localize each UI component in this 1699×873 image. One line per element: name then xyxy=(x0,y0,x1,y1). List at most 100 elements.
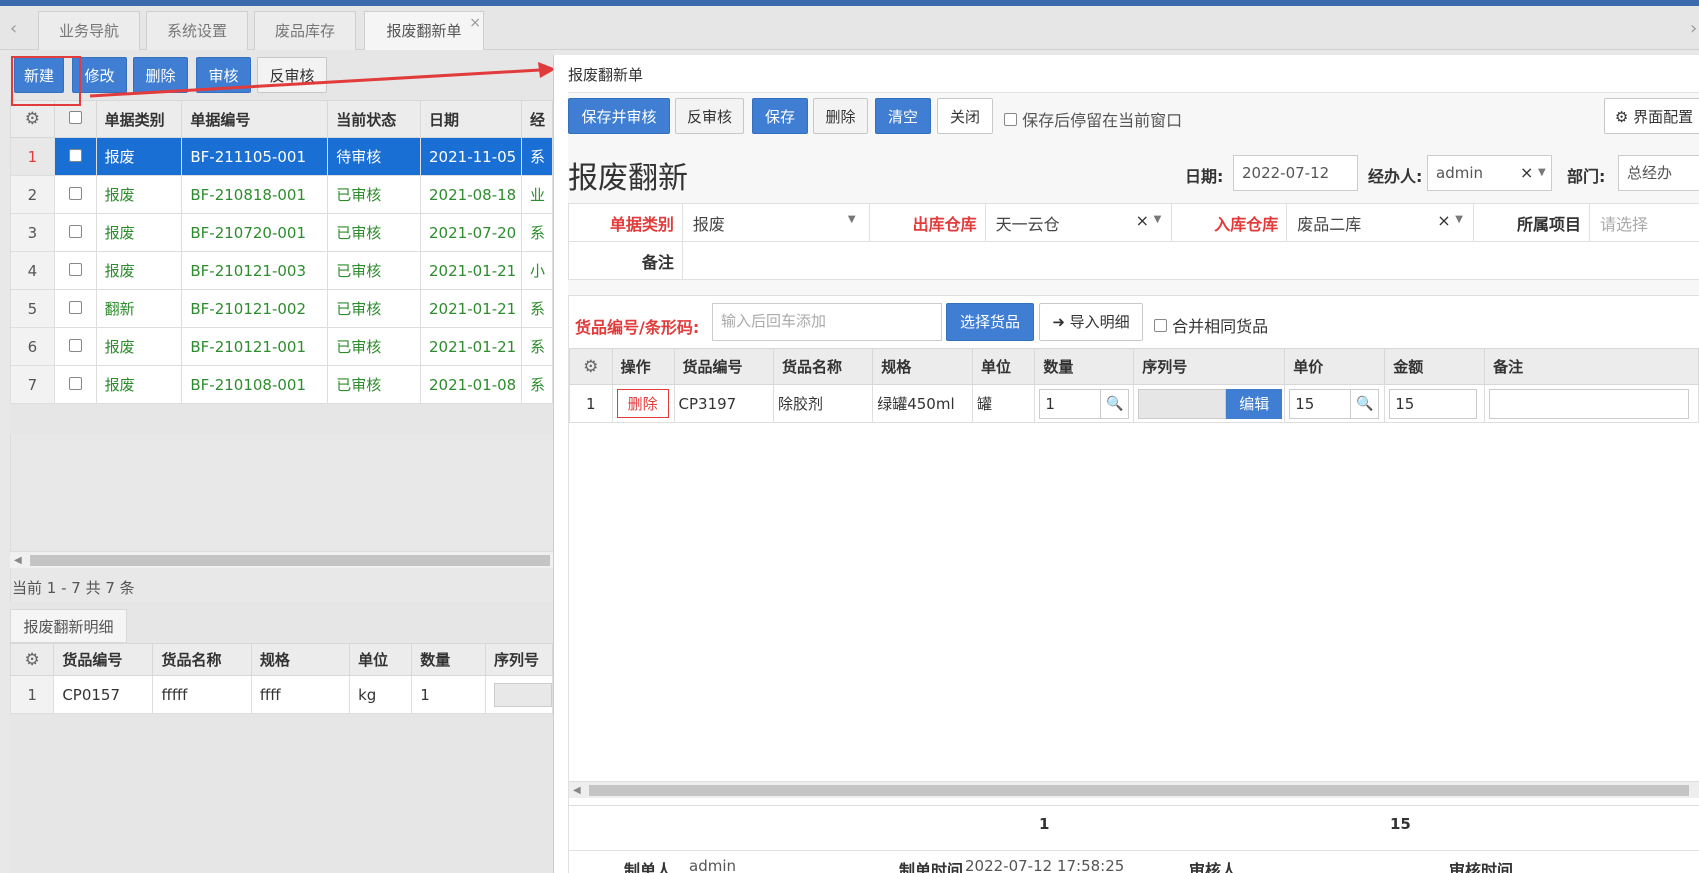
table-row[interactable]: 3 报废 BF-210720-001 已审核 2021-07-20 系 xyxy=(10,213,554,252)
gear-icon[interactable]: ⚙ xyxy=(583,357,598,377)
row-select[interactable] xyxy=(53,289,97,328)
row-select[interactable] xyxy=(53,175,97,214)
serial-edit-button[interactable]: 编辑 xyxy=(1226,388,1283,419)
horizontal-scrollbar[interactable]: ◀ xyxy=(10,551,553,568)
row-checkbox[interactable] xyxy=(68,186,82,200)
clear-icon[interactable]: × xyxy=(1437,211,1450,230)
barcode-input[interactable]: 输入后回车添加 xyxy=(712,303,942,341)
handler-select[interactable]: admin × ▼ xyxy=(1427,155,1552,191)
row-select[interactable] xyxy=(53,137,97,176)
merge-option[interactable]: 合并相同货品 xyxy=(1154,313,1268,337)
clear-icon[interactable]: × xyxy=(1520,156,1533,190)
chevron-down-icon[interactable]: ▼ xyxy=(1538,156,1546,190)
col-goods-name[interactable]: 货品名称 xyxy=(772,348,874,385)
choose-goods-button[interactable]: 选择货品 xyxy=(946,303,1034,341)
ui-config-button[interactable]: ⚙ 界面配置 xyxy=(1604,98,1699,134)
col-goods-code[interactable]: 货品编号 xyxy=(53,643,154,676)
gear-icon[interactable]: ⚙ xyxy=(25,650,40,670)
clear-icon[interactable]: × xyxy=(1136,211,1149,230)
save-button[interactable]: 保存 xyxy=(752,98,808,134)
remark-input[interactable] xyxy=(1489,388,1690,419)
close-button[interactable]: 关闭 xyxy=(937,98,993,134)
chevron-down-icon[interactable]: ▼ xyxy=(848,214,856,225)
row-checkbox[interactable] xyxy=(68,262,82,276)
scroll-left-icon[interactable]: ◀ xyxy=(14,552,22,569)
col-handler[interactable]: 经 xyxy=(520,100,554,138)
audit-button[interactable]: 审核 xyxy=(196,57,251,93)
tab-system-settings[interactable]: 系统设置 xyxy=(146,11,248,50)
chevron-left-icon[interactable]: ‹ xyxy=(10,18,17,39)
col-serial[interactable]: 序列号 xyxy=(1133,348,1286,385)
row-select[interactable] xyxy=(53,365,97,404)
col-goods-code[interactable]: 货品编号 xyxy=(673,348,774,385)
search-icon[interactable]: 🔍 xyxy=(1351,388,1380,419)
save-and-audit-button[interactable]: 保存并审核 xyxy=(568,98,670,134)
in-warehouse-select[interactable]: 废品二库 × ▼ xyxy=(1286,203,1475,242)
settings-cell[interactable]: ⚙ xyxy=(10,100,55,138)
table-row[interactable]: 7 报废 BF-210108-001 已审核 2021-01-08 系 xyxy=(10,365,554,404)
amount-input[interactable]: 15 xyxy=(1389,388,1478,419)
row-select[interactable] xyxy=(53,213,97,252)
chevron-down-icon[interactable]: ▼ xyxy=(1154,214,1162,225)
settings-cell[interactable]: ⚙ xyxy=(9,643,55,676)
col-code[interactable]: 单据编号 xyxy=(181,100,329,138)
tab-detail[interactable]: 报废翻新明细 xyxy=(10,609,127,643)
col-serial[interactable]: 序列号 xyxy=(484,643,554,676)
unaudit-button[interactable]: 反审核 xyxy=(257,57,327,93)
table-row[interactable]: 5 翻新 BF-210121-002 已审核 2021-01-21 系 xyxy=(10,289,554,328)
clear-button[interactable]: 清空 xyxy=(875,98,931,134)
type-select[interactable]: 报废 ▼ xyxy=(681,203,870,242)
date-input[interactable]: 2022-07-12 xyxy=(1233,155,1358,191)
table-row[interactable]: 1 CP0157 fffff ffff kg 1 xyxy=(9,675,554,714)
stay-checkbox[interactable] xyxy=(1004,113,1017,126)
col-date[interactable]: 日期 xyxy=(420,100,522,138)
row-checkbox[interactable] xyxy=(68,376,82,390)
col-unit[interactable]: 单位 xyxy=(349,643,413,676)
row-select[interactable] xyxy=(53,251,97,290)
scrollbar-thumb[interactable] xyxy=(589,785,1689,796)
table-row[interactable]: 2 报废 BF-210818-001 已审核 2021-08-18 业 xyxy=(10,175,554,214)
row-select[interactable] xyxy=(53,327,97,366)
merge-checkbox[interactable] xyxy=(1154,319,1167,332)
table-row[interactable]: 4 报废 BF-210121-003 已审核 2021-01-21 小 xyxy=(10,251,554,290)
delete-button[interactable]: 删除 xyxy=(133,57,188,93)
col-goods-name[interactable]: 货品名称 xyxy=(152,643,252,676)
horizontal-scrollbar[interactable]: ◀ xyxy=(569,781,1699,798)
search-icon[interactable]: 🔍 xyxy=(1101,388,1130,419)
gear-icon[interactable]: ⚙ xyxy=(25,109,40,129)
row-delete-button[interactable]: 删除 xyxy=(616,389,669,418)
remark-input[interactable] xyxy=(681,241,1699,280)
serial-input[interactable] xyxy=(1138,388,1227,419)
project-select[interactable]: 请选择 xyxy=(1589,203,1699,242)
price-input[interactable]: 15 xyxy=(1289,388,1352,419)
col-amount[interactable]: 金额 xyxy=(1384,348,1486,385)
delete-button[interactable]: 删除 xyxy=(813,98,868,134)
settings-cell[interactable]: ⚙ xyxy=(569,348,613,385)
col-qty[interactable]: 数量 xyxy=(1034,348,1135,385)
col-action[interactable]: 操作 xyxy=(611,348,675,385)
row-checkbox[interactable] xyxy=(68,224,82,238)
row-checkbox[interactable] xyxy=(68,338,82,352)
col-type[interactable]: 单据类别 xyxy=(95,100,183,138)
qty-input[interactable]: 1 xyxy=(1039,388,1102,419)
col-remark[interactable]: 备注 xyxy=(1484,348,1699,385)
select-all-cell[interactable] xyxy=(53,100,97,138)
chevron-down-icon[interactable]: ▼ xyxy=(1455,214,1463,225)
tab-waste-inventory[interactable]: 废品库存 xyxy=(254,11,356,50)
col-status[interactable]: 当前状态 xyxy=(327,100,422,138)
col-spec[interactable]: 规格 xyxy=(250,643,351,676)
chevron-right-icon[interactable]: › xyxy=(1690,18,1697,39)
tab-business-nav[interactable]: 业务导航 xyxy=(38,11,140,50)
table-row[interactable]: 1 报废 BF-211105-001 待审核 2021-11-05 系 xyxy=(10,137,554,176)
col-spec[interactable]: 规格 xyxy=(872,348,973,385)
serial-field[interactable] xyxy=(493,682,552,707)
tab-scrap-refurb-order[interactable]: 报废翻新单 × xyxy=(364,11,484,51)
stay-option[interactable]: 保存后停留在当前窗口 xyxy=(1004,107,1182,131)
select-all-checkbox[interactable] xyxy=(68,111,82,124)
col-price[interactable]: 单价 xyxy=(1284,348,1386,385)
col-qty[interactable]: 数量 xyxy=(411,643,486,676)
unaudit-button[interactable]: 反审核 xyxy=(675,98,744,134)
row-checkbox[interactable] xyxy=(68,148,82,162)
scrollbar-thumb[interactable] xyxy=(30,555,550,566)
out-warehouse-select[interactable]: 天一云仓 × ▼ xyxy=(984,203,1173,242)
